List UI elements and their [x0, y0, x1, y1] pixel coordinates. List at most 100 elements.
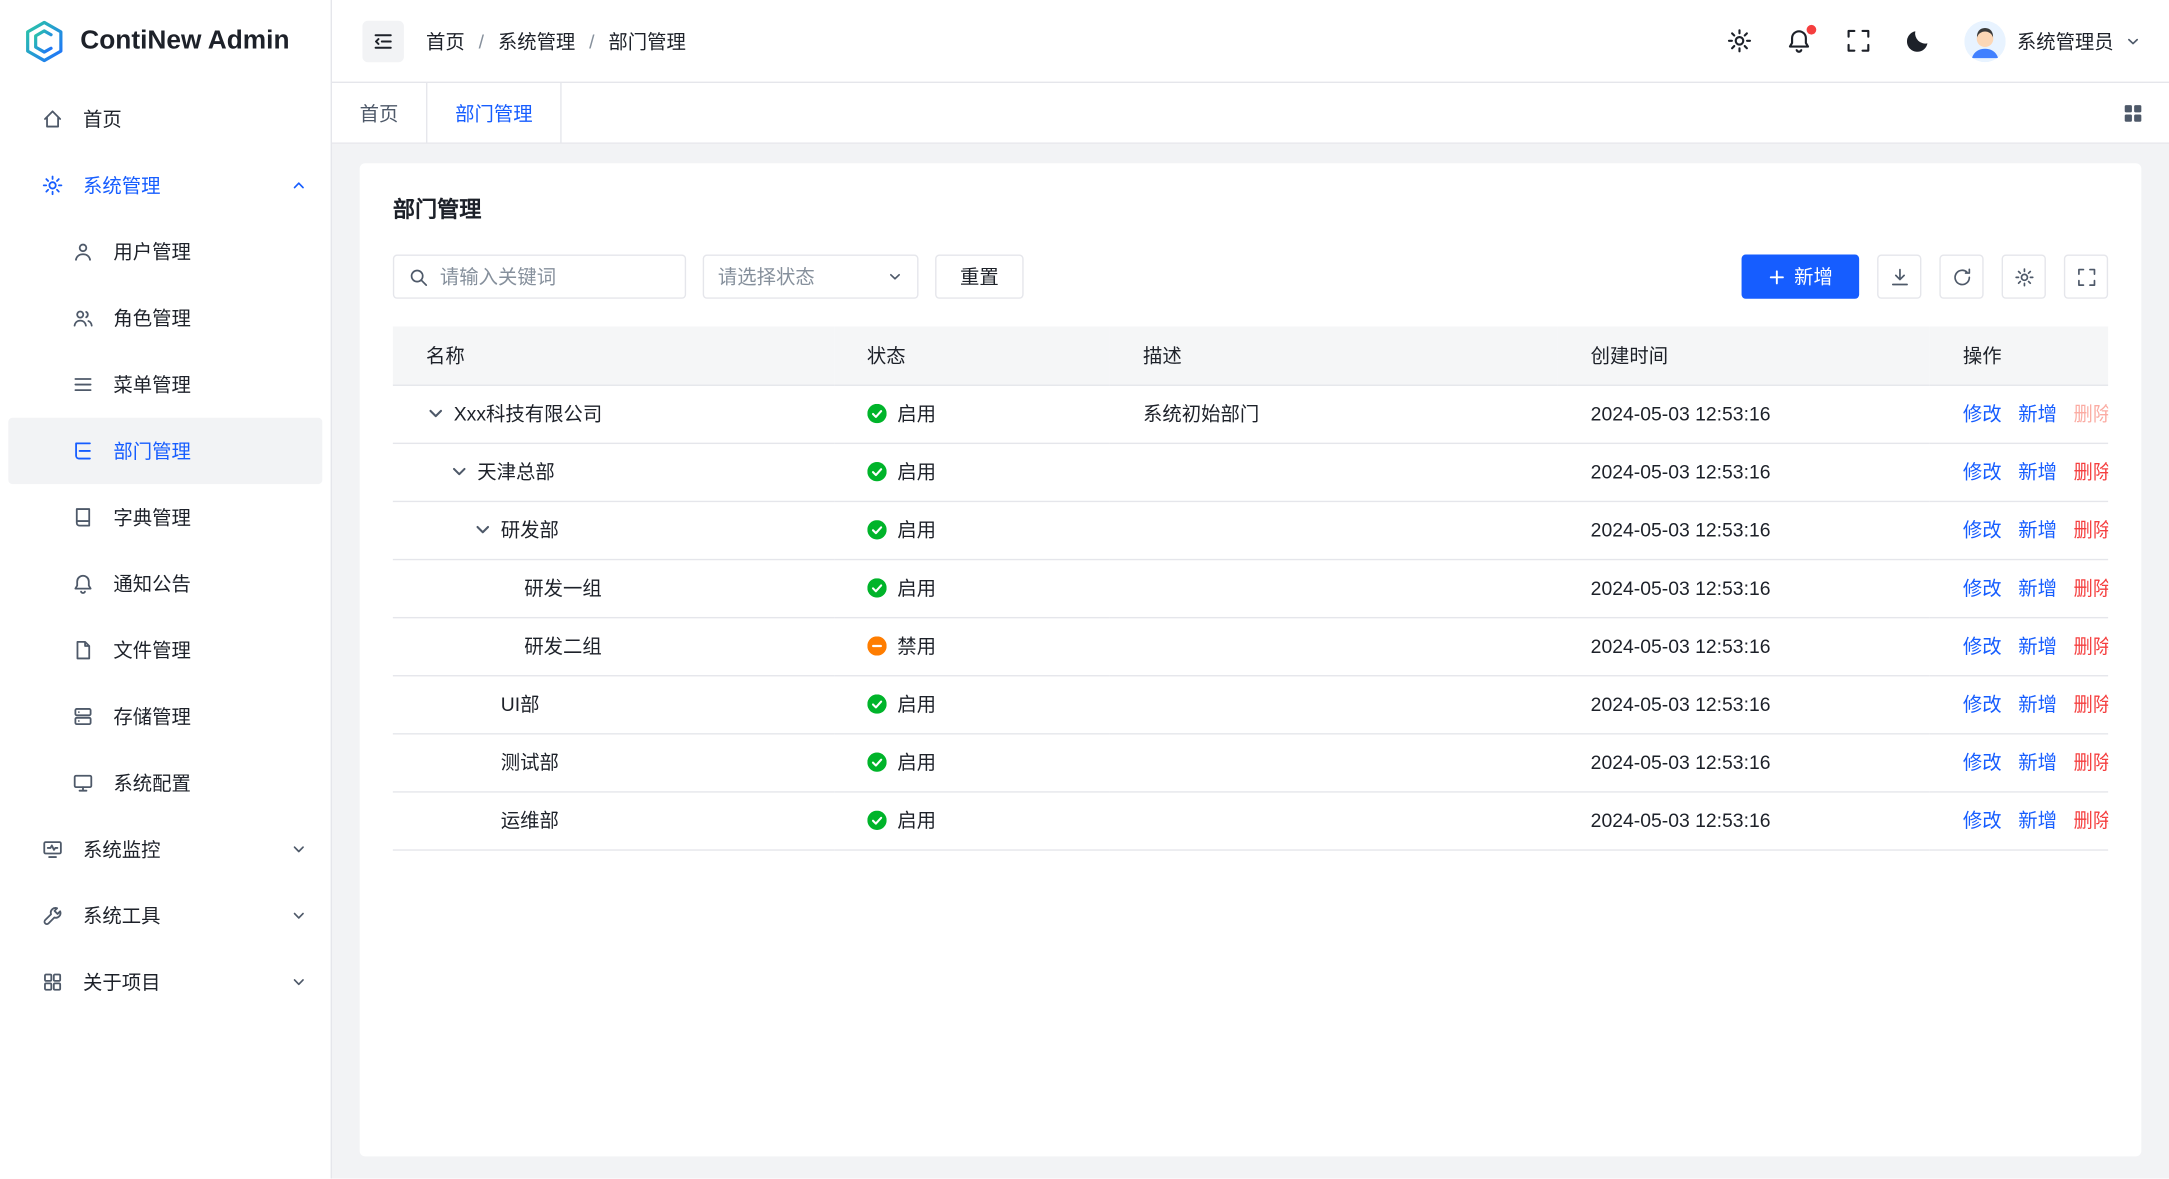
dept-table-body: Xxx科技有限公司启用系统初始部门2024-05-03 12:53:16修改新增…	[393, 385, 2108, 850]
created-time: 2024-05-03 12:53:16	[1591, 635, 1771, 657]
delete-link[interactable]: 删除	[2074, 690, 2109, 718]
table-fullscreen-button[interactable]	[2064, 255, 2108, 299]
add-child-link[interactable]: 新增	[2018, 632, 2057, 660]
status-badge: 启用	[867, 400, 936, 428]
sidebar-item-system-monitor[interactable]: 系统监控	[0, 816, 331, 882]
breadcrumb: 首页 / 系统管理 / 部门管理	[426, 27, 686, 55]
modify-link[interactable]: 修改	[1963, 690, 2002, 718]
add-button[interactable]: 新增	[1742, 255, 1860, 299]
status-label: 启用	[897, 516, 936, 544]
system-submenu: 用户管理 角色管理 菜单管理	[0, 219, 331, 817]
storage-icon	[72, 705, 94, 727]
add-child-link[interactable]: 新增	[2018, 574, 2057, 602]
apps-grid-icon	[2122, 102, 2144, 124]
status-label: 启用	[897, 458, 936, 486]
row-expand-toggle[interactable]	[473, 520, 492, 539]
user-menu[interactable]: 系统管理员	[1964, 20, 2141, 61]
table-header-row: 名称 状态 描述 创建时间 操作	[393, 326, 2108, 384]
tab-department-management[interactable]: 部门管理	[427, 83, 561, 142]
sidebar-item-label: 文件管理	[113, 636, 190, 664]
search-icon	[408, 266, 429, 287]
breadcrumb-item[interactable]: 系统管理	[498, 27, 575, 55]
reset-button[interactable]: 重置	[935, 255, 1024, 299]
add-child-link[interactable]: 新增	[2018, 806, 2057, 834]
sidebar-item-user-management[interactable]: 用户管理	[8, 219, 322, 285]
dark-mode-button[interactable]	[1905, 28, 1931, 54]
sidebar-item-role-management[interactable]: 角色管理	[8, 285, 322, 351]
sidebar-item-system-management[interactable]: 系统管理	[0, 152, 331, 218]
add-child-link[interactable]: 新增	[2018, 458, 2057, 486]
notifications-button[interactable]	[1786, 28, 1812, 54]
delete-link[interactable]: 删除	[2074, 458, 2109, 486]
row-actions: 修改新增删除	[1963, 748, 2092, 776]
breadcrumb-item[interactable]: 首页	[426, 27, 465, 55]
created-time: 2024-05-03 12:53:16	[1591, 403, 1771, 425]
sidebar-item-menu-management[interactable]: 菜单管理	[8, 351, 322, 417]
row-expand-toggle[interactable]	[426, 404, 445, 423]
add-child-link[interactable]: 新增	[2018, 748, 2057, 776]
chevron-down-icon	[887, 268, 904, 285]
sidebar-item-notice[interactable]: 通知公告	[8, 551, 322, 617]
sidebar-collapse-button[interactable]	[362, 20, 403, 61]
delete-link[interactable]: 删除	[2074, 806, 2109, 834]
modify-link[interactable]: 修改	[1963, 458, 2002, 486]
add-child-link[interactable]: 新增	[2018, 400, 2057, 428]
table-settings-button[interactable]	[2002, 255, 2046, 299]
delete-link[interactable]: 删除	[2074, 574, 2109, 602]
department-name: UI部	[501, 690, 540, 718]
chevron-down-icon	[2125, 33, 2142, 50]
sidebar-item-dict-management[interactable]: 字典管理	[8, 484, 322, 550]
modify-link[interactable]: 修改	[1963, 574, 2002, 602]
modify-link[interactable]: 修改	[1963, 400, 2002, 428]
status-select-placeholder: 请选择状态	[718, 263, 815, 291]
enabled-check-circle-icon	[867, 578, 886, 597]
sidebar-item-label: 部门管理	[113, 437, 190, 465]
sidebar-item-label: 通知公告	[113, 570, 190, 598]
fullscreen-icon	[1845, 28, 1871, 54]
modify-link[interactable]: 修改	[1963, 806, 2002, 834]
delete-link[interactable]: 删除	[2074, 748, 2109, 776]
sidebar-item-about-project[interactable]: 关于项目	[0, 949, 331, 1015]
tab-actions-button[interactable]	[2122, 83, 2144, 142]
table-row: 研发二组禁用2024-05-03 12:53:16修改新增删除	[393, 617, 2108, 675]
status-badge: 启用	[867, 458, 936, 486]
topbar-actions: 系统管理员	[1726, 20, 2141, 61]
wrench-icon	[41, 905, 63, 927]
fullscreen-button[interactable]	[1845, 28, 1871, 54]
sidebar-item-department-management[interactable]: 部门管理	[8, 418, 322, 484]
keyword-search-input[interactable]	[440, 266, 671, 288]
app-title: ContiNew Admin	[80, 26, 289, 56]
settings-button[interactable]	[1726, 28, 1752, 54]
delete-link[interactable]: 删除	[2074, 400, 2109, 428]
status-select[interactable]: 请选择状态	[703, 255, 919, 299]
breadcrumb-item[interactable]: 部门管理	[608, 27, 685, 55]
avatar	[1964, 20, 2005, 61]
modify-link[interactable]: 修改	[1963, 632, 2002, 660]
tab-home[interactable]: 首页	[332, 83, 427, 142]
tab-label: 部门管理	[455, 99, 532, 127]
sidebar-item-storage-management[interactable]: 存储管理	[8, 683, 322, 749]
sidebar-item-system-tools[interactable]: 系统工具	[0, 883, 331, 949]
download-icon	[1889, 266, 1910, 287]
add-child-link[interactable]: 新增	[2018, 516, 2057, 544]
sidebar-item-system-config[interactable]: 系统配置	[8, 750, 322, 816]
refresh-button[interactable]	[1939, 255, 1983, 299]
modify-link[interactable]: 修改	[1963, 516, 2002, 544]
disabled-minus-circle-icon	[867, 636, 886, 655]
table-row: 研发部启用2024-05-03 12:53:16修改新增删除	[393, 501, 2108, 559]
refresh-icon	[1951, 266, 1972, 287]
add-child-link[interactable]: 新增	[2018, 690, 2057, 718]
table-row: 测试部启用2024-05-03 12:53:16修改新增删除	[393, 733, 2108, 791]
sidebar-item-home[interactable]: 首页	[0, 86, 331, 152]
created-time: 2024-05-03 12:53:16	[1591, 693, 1771, 715]
delete-link[interactable]: 删除	[2074, 632, 2109, 660]
modify-link[interactable]: 修改	[1963, 748, 2002, 776]
row-expand-toggle[interactable]	[450, 462, 469, 481]
app-logo[interactable]: ContiNew Admin	[0, 0, 331, 83]
notification-dot	[1807, 25, 1817, 35]
export-button[interactable]	[1877, 255, 1921, 299]
delete-link[interactable]: 删除	[2074, 516, 2109, 544]
sidebar-item-file-management[interactable]: 文件管理	[8, 617, 322, 683]
row-actions: 修改新增删除	[1963, 458, 2092, 486]
enabled-check-circle-icon	[867, 462, 886, 481]
